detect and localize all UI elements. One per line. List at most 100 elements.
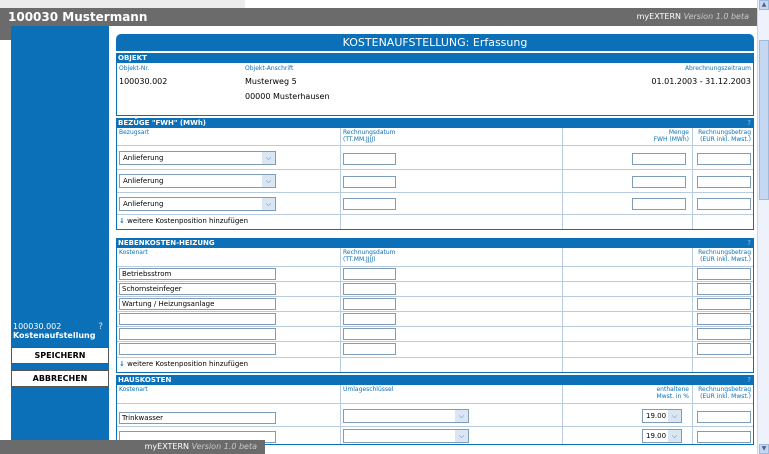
help-icon[interactable]: ? [98,322,103,332]
bezugsart-select[interactable]: Anlieferung ⌵ [119,151,276,165]
col-header-date-format: (TT.MM.JJJJ) [343,256,376,263]
date-input[interactable] [343,298,396,310]
period-value: 01.01.2003 - 31.12.2003 [651,77,751,86]
col-header-qty-unit: FWH (MWh) [653,136,689,143]
kostenart-input[interactable]: Trinkwasser [119,412,276,424]
add-position-link[interactable]: ↓ weitere Kostenposition hinzufügen [119,360,253,368]
vat-select[interactable]: 19.00 ⌵ [642,429,682,443]
col-header-kostenart: Kostenart [119,386,148,393]
umlage-select[interactable]: ⌵ [343,429,469,443]
arrow-down-icon: ↓ [119,360,125,368]
date-input[interactable] [343,343,396,355]
quantity-input[interactable] [632,153,686,165]
hauskosten-header: HAUSKOSTEN? [116,375,754,385]
date-input[interactable] [343,198,396,210]
brand-version: Version 1.0 beta [683,12,749,21]
nebenkosten-section: Kostenart Rechnungsdatum (TT.MM.JJJJ) Re… [116,248,754,373]
brand-name: myEXTERN [636,12,682,21]
bezugsart-select[interactable]: Anlieferung ⌵ [119,174,276,188]
chevron-down-icon: ⌵ [668,430,681,442]
amount-input[interactable] [697,313,751,325]
col-header-vat-unit: Mwst. in % [656,393,689,400]
select-value: Anlieferung [123,154,164,162]
brand-name: myEXTERN [144,442,190,451]
top-bar: 100030 Mustermann myEXTERN Version 1.0 b… [0,8,757,26]
select-value: Anlieferung [123,200,164,208]
table-row: Anlieferung ⌵ [117,170,753,193]
chevron-down-icon: ⌵ [262,175,275,187]
amount-input[interactable] [697,176,751,188]
date-input[interactable] [343,153,396,165]
sidebar-title: Kostenaufstellung [13,331,96,340]
table-header-row: Kostenart Umlageschlüssel enthaltene Mws… [117,385,753,404]
app-brand: myEXTERN Version 1.0 beta [637,12,749,21]
table-header-row: Bezugsart Rechnungsdatum (TT.MM.JJJJ) Me… [117,128,753,146]
kostenart-input[interactable] [119,328,276,340]
col-header-amount: Rechnungsbetrag [698,386,751,393]
kostenart-input[interactable]: Wartung / Heizungsanlage [119,298,276,310]
save-button[interactable]: SPEICHERN [11,347,109,364]
left-sidebar: 100030.002 ? Kostenaufstellung SPEICHERN… [11,26,109,454]
col-header-vat: enthaltene [656,386,689,393]
user-name: 100030 Mustermann [8,10,148,24]
scroll-down-icon[interactable]: ▼ [759,444,769,454]
date-input[interactable] [343,268,396,280]
table-row: Trinkwasser ⌵ 19.00 ⌵ [117,404,753,427]
objekt-address-label: Objekt-Anschrift [245,65,294,72]
add-position-link[interactable]: ↓ weitere Kostenposition hinzufügen [119,217,253,225]
col-header-bezugsart: Bezugsart [119,129,150,136]
help-icon[interactable]: ? [747,118,751,128]
side-gray-block [0,26,11,40]
date-input[interactable] [343,283,396,295]
amount-input[interactable] [697,298,751,310]
date-input[interactable] [343,176,396,188]
hauskosten-header-label: HAUSKOSTEN [118,376,172,384]
table-row [117,327,753,342]
arrow-down-icon: ↓ [119,217,125,225]
kostenart-input[interactable]: Betriebsstrom [119,268,276,280]
select-value: 19.00 [646,412,667,420]
table-row [117,342,753,358]
amount-input[interactable] [697,283,751,295]
amount-input[interactable] [697,328,751,340]
chevron-down-icon: ⌵ [262,152,275,164]
table-row: Wartung / Heizungsanlage [117,297,753,312]
umlage-select[interactable]: ⌵ [343,409,469,423]
date-input[interactable] [343,313,396,325]
cancel-button[interactable]: ABBRECHEN [11,370,109,387]
help-icon[interactable]: ? [747,375,751,385]
objekt-street: Musterweg 5 [245,77,297,86]
kostenart-input[interactable] [119,343,276,355]
help-icon[interactable]: ? [747,238,751,248]
date-input[interactable] [343,328,396,340]
vertical-scrollbar[interactable]: ▲ ▼ [757,0,769,454]
col-header-amount: Rechnungsbetrag [698,129,751,136]
brand-version: Version 1.0 beta [191,442,257,451]
table-row: Anlieferung ⌵ [117,146,753,170]
quantity-input[interactable] [632,176,686,188]
table-row: Betriebsstrom [117,267,753,282]
add-position-label: weitere Kostenposition hinzufügen [127,217,249,225]
scroll-thumb[interactable] [759,40,769,200]
col-header-qty: Menge [668,129,689,136]
col-header-amount-unit: (EUR inkl. Mwst.) [700,256,751,263]
chevron-down-icon: ⌵ [455,430,468,442]
col-header-amount-unit: (EUR inkl. Mwst.) [700,136,751,143]
amount-input[interactable] [697,343,751,355]
objekt-section: Objekt-Nr. 100030.002 Objekt-Anschrift M… [116,63,754,116]
amount-input[interactable] [697,268,751,280]
bezuege-header: BEZÜGE "FWH" (MWh)? [116,118,754,128]
bezugsart-select[interactable]: Anlieferung ⌵ [119,197,276,211]
quantity-input[interactable] [632,198,686,210]
kostenart-input[interactable] [119,313,276,325]
add-position-label: weitere Kostenposition hinzufügen [127,360,249,368]
bezuege-header-label: BEZÜGE "FWH" (MWh) [118,119,207,127]
sidebar-info: 100030.002 ? Kostenaufstellung [13,322,107,340]
vat-select[interactable]: 19.00 ⌵ [642,409,682,423]
kostenart-input[interactable]: Schornsteinfeger [119,283,276,295]
amount-input[interactable] [697,431,751,443]
amount-input[interactable] [697,198,751,210]
scroll-up-icon[interactable]: ▲ [759,0,769,10]
amount-input[interactable] [697,411,751,423]
amount-input[interactable] [697,153,751,165]
